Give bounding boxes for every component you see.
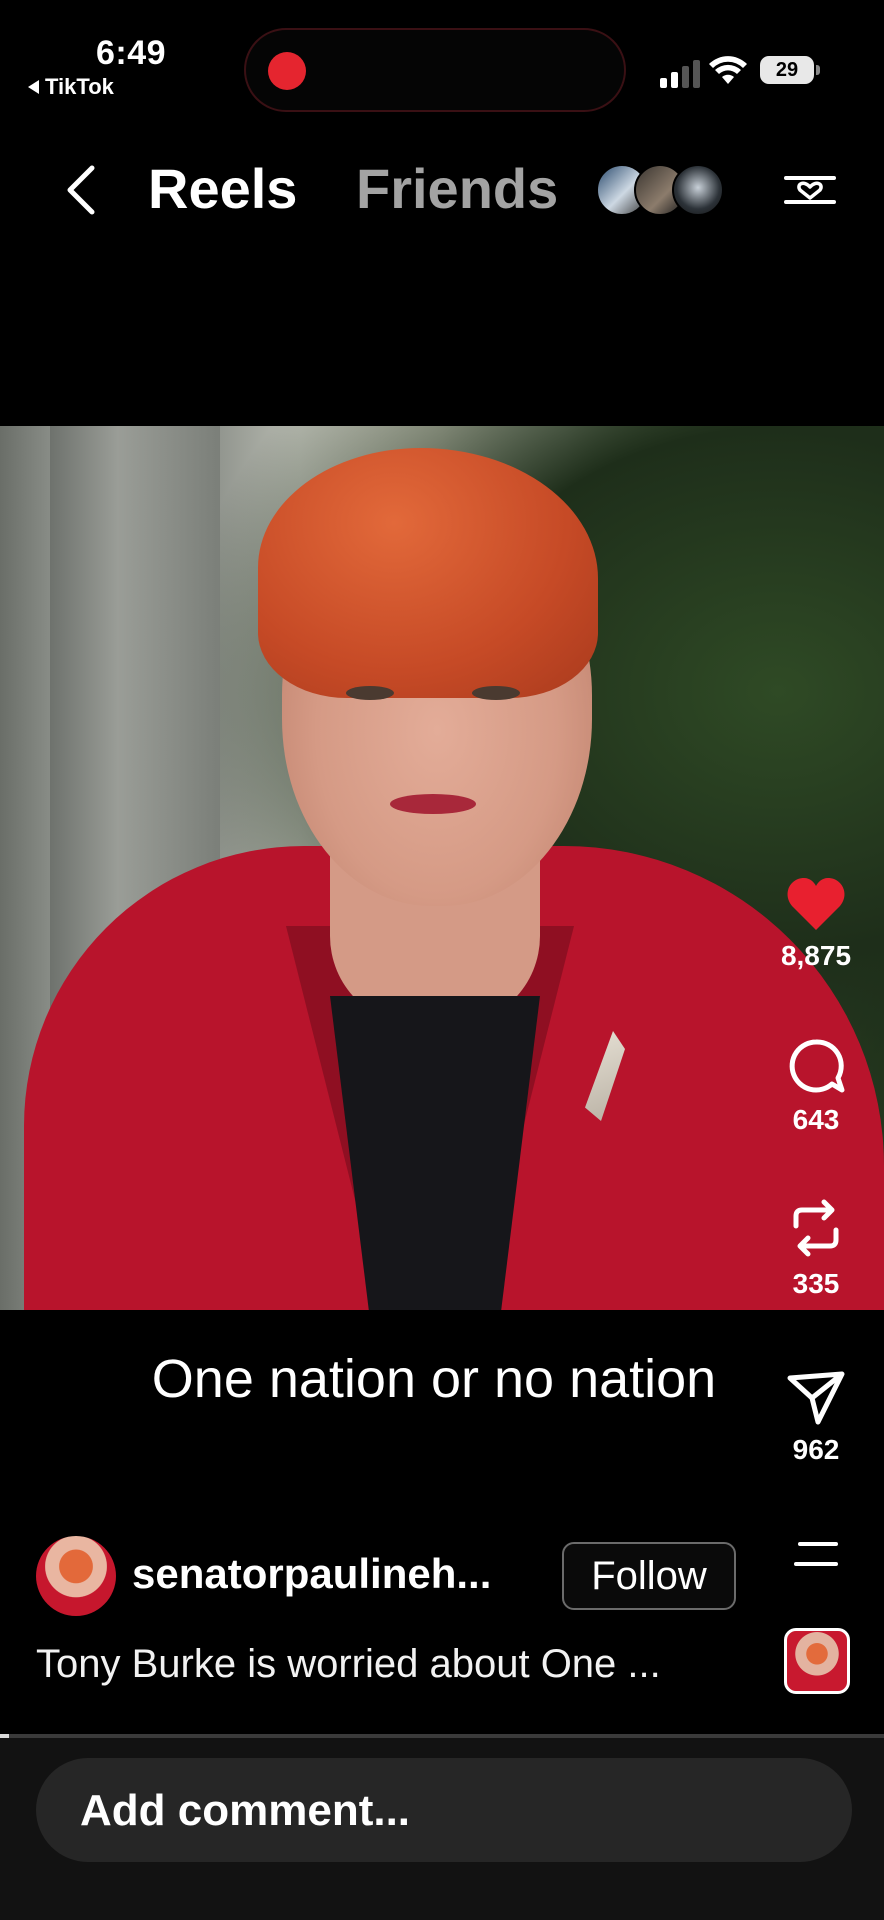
cellular-signal-icon (660, 60, 700, 88)
post-description[interactable]: Tony Burke is worried about One ... (36, 1642, 661, 1687)
tab-friends[interactable]: Friends (356, 156, 558, 221)
tab-reels[interactable]: Reels (148, 156, 297, 221)
status-time: 6:49 (96, 34, 167, 72)
chevron-left-icon[interactable] (62, 160, 102, 220)
share-button[interactable]: 962 (760, 1370, 872, 1466)
comment-button[interactable]: 643 (760, 1036, 872, 1136)
dynamic-island (244, 28, 626, 112)
friend-avatars[interactable] (596, 164, 724, 216)
wifi-icon (709, 56, 747, 84)
repost-icon (793, 1199, 839, 1257)
filter-heart-icon[interactable] (782, 162, 838, 218)
video-caption: One nation or no nation (151, 1349, 717, 1409)
author-username[interactable]: senatorpaulineh... (132, 1550, 491, 1598)
battery-indicator: 29 (760, 56, 820, 84)
comment-input[interactable]: Add comment... (36, 1758, 852, 1862)
menu-lines-icon[interactable] (794, 1540, 840, 1570)
paper-plane-icon (787, 1371, 845, 1425)
follow-button[interactable]: Follow (562, 1542, 736, 1610)
author-avatar[interactable] (36, 1536, 116, 1616)
comment-count: 643 (792, 1104, 840, 1135)
comment-bubble-icon (789, 1039, 845, 1093)
audio-thumbnail[interactable] (784, 1628, 850, 1694)
friend-avatar (672, 164, 724, 216)
back-app-label: TikTok (45, 74, 114, 99)
back-triangle-icon (28, 80, 39, 94)
back-to-app-link[interactable]: TikTok (28, 74, 114, 100)
like-count: 8,875 (780, 940, 852, 971)
screen-recording-icon (268, 52, 306, 90)
repost-button[interactable]: 335 (760, 1196, 872, 1300)
heart-icon (787, 878, 845, 930)
comment-placeholder: Add comment... (80, 1786, 411, 1835)
repost-count: 335 (792, 1268, 840, 1299)
video-player[interactable] (0, 426, 884, 1310)
share-count: 962 (792, 1434, 840, 1465)
comment-bar: Add comment... (0, 1738, 884, 1920)
like-button[interactable]: 8,875 (760, 876, 872, 972)
